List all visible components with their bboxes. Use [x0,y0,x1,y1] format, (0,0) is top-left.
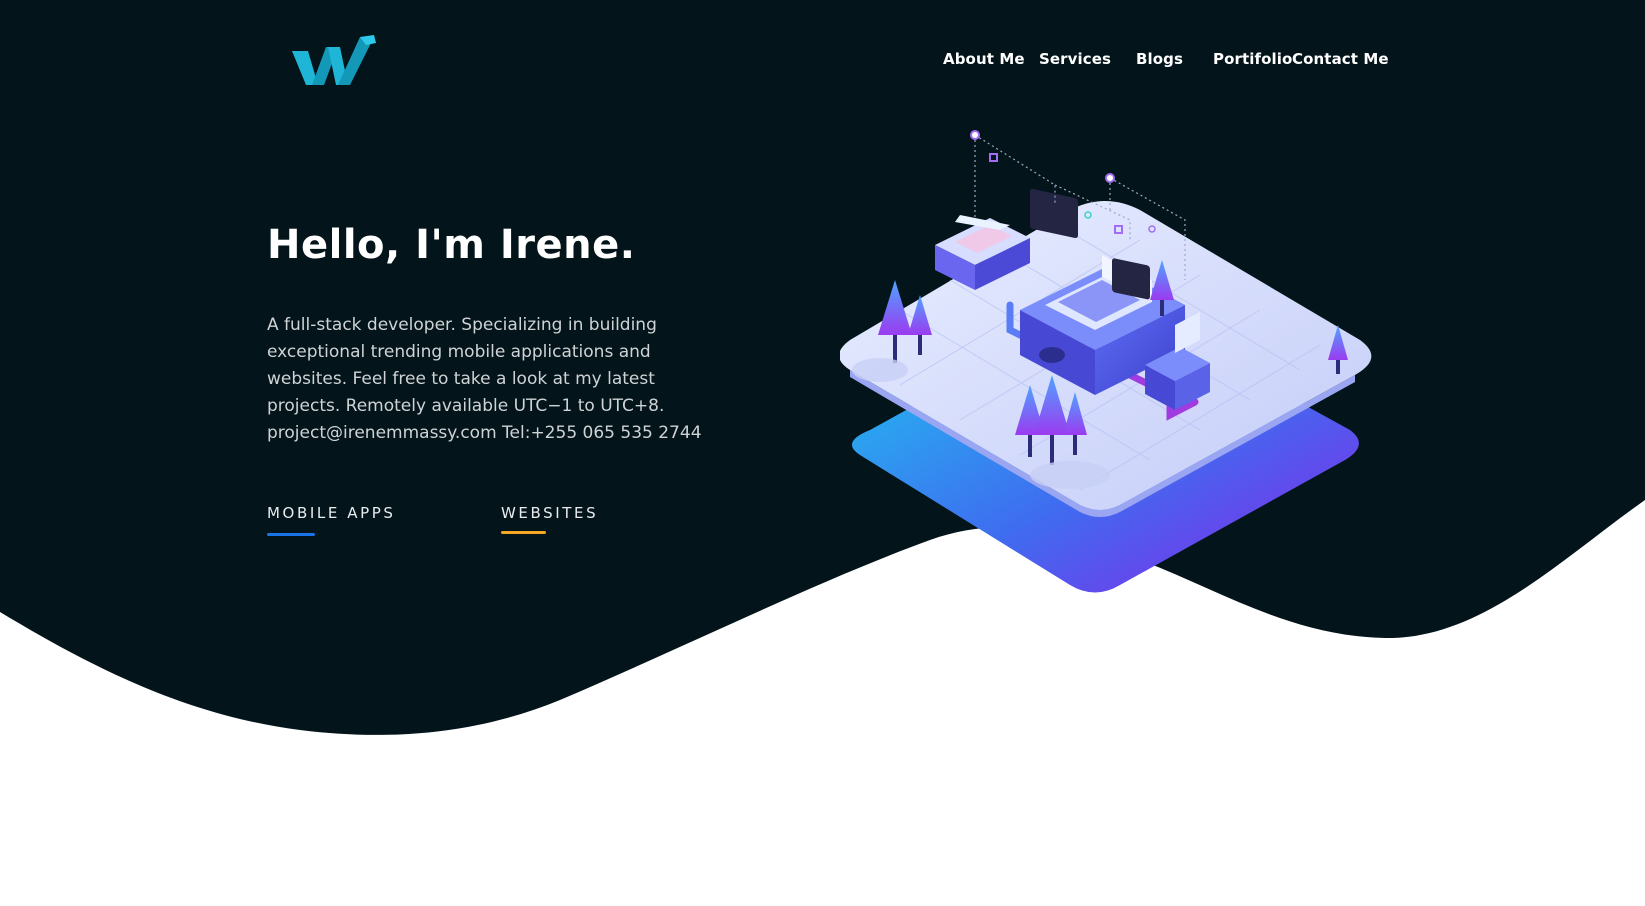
websites-underline [501,531,546,534]
hero-background [0,0,1645,735]
nav-about-me[interactable]: About Me [943,50,1025,68]
isometric-workspace-illustration [840,130,1372,593]
mobile-apps-underline [267,533,315,536]
nav-services[interactable]: Services [1039,50,1111,68]
main-nav: About Me Services Blogs Portifolio Conta… [0,50,1645,74]
hero-description-line: projects. Remotely available UTC−1 to UT… [267,396,665,416]
hero-description-line: project@irenemmassy.com Tel:+255 065 535… [267,423,702,443]
hero-description-line: A full-stack developer. Specializing in … [267,315,657,335]
nav-blogs[interactable]: Blogs [1136,50,1183,68]
hero-title: Hello, I'm Irene. [267,222,636,268]
mobile-apps-link[interactable]: MOBILE APPS [267,504,396,522]
nav-contact-me[interactable]: Contact Me [1292,50,1389,68]
hero-description: A full-stack developer. Specializing in … [267,312,702,447]
nav-portfolio[interactable]: Portifolio [1213,50,1292,68]
hero-description-line: websites. Feel free to take a look at my… [267,369,655,389]
hero-description-line: exceptional trending mobile applications… [267,342,651,362]
websites-link[interactable]: WEBSITES [501,504,598,522]
